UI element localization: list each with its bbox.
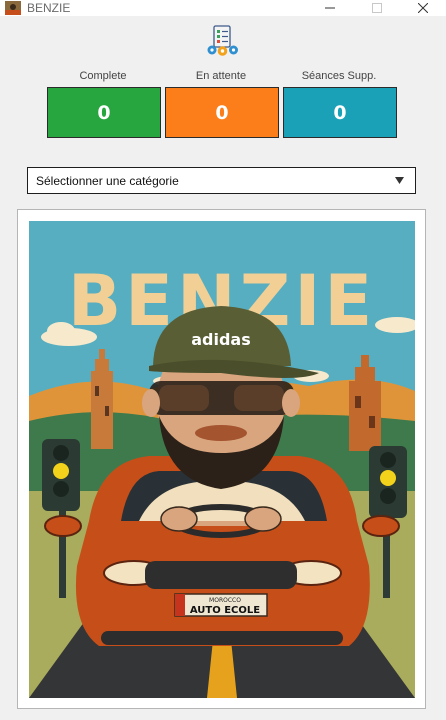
benzie-poster-image: BENZIE adidas MOROCCO AUTO ECOLE	[29, 221, 415, 698]
poster-plate-text: AUTO ECOLE	[190, 605, 260, 616]
app-icon	[5, 1, 21, 15]
image-panel: BENZIE adidas MOROCCO AUTO ECOLE	[17, 209, 426, 709]
close-button[interactable]	[400, 0, 446, 16]
stat-label-extra-sessions: Séances Supp.	[301, 70, 377, 82]
category-select[interactable]: Sélectionner une catégorie	[27, 167, 416, 194]
poster-plate-top: MOROCCO	[209, 597, 241, 604]
poster-cap-brand: adidas	[191, 330, 251, 349]
stat-label-complete: Complete	[79, 70, 127, 82]
stat-value-complete[interactable]: 0	[47, 87, 161, 138]
maximize-icon	[372, 3, 382, 13]
main-content: Complete En attente Séances Supp. 0 0 0 …	[0, 16, 446, 720]
checklist-gears-icon	[207, 25, 238, 56]
maximize-button[interactable]	[354, 0, 400, 16]
stat-value-extra-sessions[interactable]: 0	[283, 87, 397, 138]
chevron-down-icon	[395, 177, 404, 184]
close-icon	[418, 3, 428, 13]
stat-label-pending: En attente	[195, 70, 247, 82]
category-select-value: Sélectionner une catégorie	[36, 173, 179, 188]
stat-value-pending[interactable]: 0	[165, 87, 279, 138]
minimize-button[interactable]	[307, 0, 353, 16]
minimize-icon	[325, 7, 335, 9]
title-bar: BENZIE	[0, 0, 446, 16]
window-title: BENZIE	[27, 1, 71, 15]
